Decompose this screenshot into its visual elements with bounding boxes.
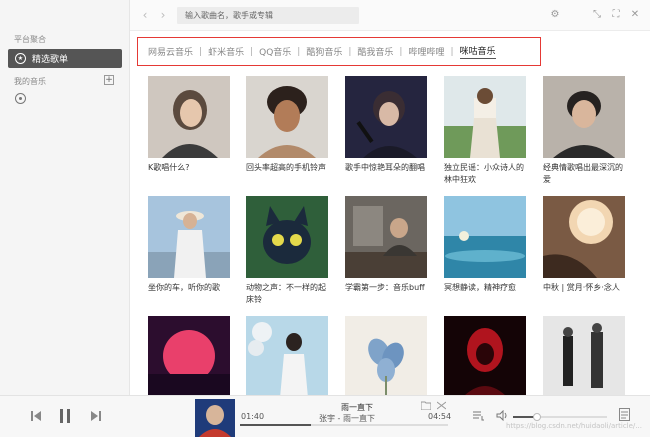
next-icon[interactable] — [90, 410, 102, 422]
playlist-cover — [444, 316, 526, 398]
song-title: 雨一直下 — [341, 403, 373, 412]
playlist-cover — [543, 196, 625, 278]
playlist-cover — [543, 316, 625, 398]
progress-bar[interactable] — [240, 424, 448, 426]
playlist-cover — [148, 76, 230, 158]
playlist-card[interactable]: 独立民谣：小众诗人的林中狂欢 — [444, 76, 526, 186]
tab-separator: | — [297, 46, 301, 57]
forward-arrow-icon[interactable]: › — [158, 9, 168, 21]
sidebar-item-label: 精选歌单 — [32, 55, 69, 65]
playlist-icon[interactable] — [473, 410, 484, 421]
playlist-cover — [345, 316, 427, 398]
playlist-title: 回头率超高的手机铃声 — [246, 163, 326, 172]
tab-separator: | — [250, 46, 254, 57]
playlist-title: 独立民谣：小众诗人的林中狂欢 — [444, 163, 524, 184]
pause-icon[interactable] — [58, 408, 72, 424]
playlist-title: 经典情歌唱出最深沉的爱 — [543, 163, 623, 184]
tab-kuwo[interactable]: 酷我音乐 — [357, 45, 393, 58]
sidebar: 平台聚合 ★ 精选歌单 我的音乐 + — [0, 0, 130, 395]
lyrics-icon[interactable] — [619, 408, 630, 421]
playlist-card[interactable]: 歌手中惊艳耳朵的翻唱 — [345, 76, 427, 174]
tab-migu[interactable]: 咪咕音乐 — [459, 44, 496, 59]
volume-knob[interactable] — [533, 413, 542, 421]
playlist-cover — [246, 316, 328, 398]
playlist-card[interactable] — [444, 316, 526, 402]
playlist-title: 动物之声：不一样的起床铃 — [246, 283, 326, 304]
playlist-title: 坐你的车，听你的歌 — [148, 283, 220, 292]
player-bar: 01:40 雨一直下 张宇 - 雨一直下 04:54 https://blog.… — [0, 395, 650, 437]
sidebar-section-platform: 平台聚合 — [14, 35, 46, 44]
playlist-cover — [345, 196, 427, 278]
song-artist: 张宇 - 雨一直下 — [319, 414, 375, 423]
sidebar-item-featured-playlists[interactable]: ★ 精选歌单 — [8, 49, 122, 68]
tab-separator: | — [399, 46, 403, 57]
playlist-card[interactable] — [345, 316, 427, 402]
playlist-cover — [345, 76, 427, 158]
platform-tabs: 网易云音乐 | 虾米音乐 | QQ音乐 | 酷狗音乐 | 酷我音乐 | 哔哩哔哩… — [137, 37, 541, 66]
playlist-card[interactable]: 冥想静读，精神疗愈 — [444, 196, 526, 294]
now-playing-cover[interactable] — [195, 399, 235, 437]
playlist-card[interactable]: 回头率超高的手机铃声 — [246, 76, 328, 174]
playlist-card[interactable]: 坐你的车，听你的歌 — [148, 196, 230, 294]
playlist-cover — [444, 76, 526, 158]
search-input[interactable] — [177, 7, 359, 24]
playlist-title: 学霸第一步：音乐buff — [345, 283, 425, 292]
playlist-card[interactable]: K歌唱什么? — [148, 76, 230, 174]
playlist-cover — [444, 196, 526, 278]
disc-icon[interactable] — [15, 93, 26, 104]
star-icon: ★ — [15, 53, 26, 64]
playlist-title: K歌唱什么? — [148, 163, 190, 172]
tab-separator: | — [348, 46, 352, 57]
playlist-card[interactable] — [246, 316, 328, 402]
playlist-card[interactable]: 动物之声：不一样的起床铃 — [246, 196, 328, 306]
shuffle-icon[interactable] — [437, 401, 446, 410]
tab-separator: | — [450, 46, 454, 57]
close-icon[interactable]: ✕ — [629, 9, 641, 21]
playlist-card[interactable] — [148, 316, 230, 402]
total-time: 04:54 — [428, 412, 452, 421]
playlist-title: 冥想静读，精神疗愈 — [444, 283, 516, 292]
playlist-cover — [246, 196, 328, 278]
tab-qq[interactable]: QQ音乐 — [259, 45, 291, 58]
volume-slider[interactable] — [513, 413, 607, 421]
progress-fill — [240, 424, 311, 426]
playlist-card[interactable] — [543, 316, 625, 402]
fullscreen-icon[interactable]: ⛶ — [610, 9, 622, 21]
top-bar: ‹ › ⚙ ⤡ ⛶ ✕ — [130, 0, 650, 31]
volume-icon[interactable] — [496, 410, 508, 421]
playlist-title: 歌手中惊艳耳朵的翻唱 — [345, 163, 425, 172]
playlist-card[interactable]: 经典情歌唱出最深沉的爱 — [543, 76, 625, 186]
back-arrow-icon[interactable]: ‹ — [140, 9, 150, 21]
sidebar-section-my-music: 我的音乐 — [14, 77, 46, 86]
tab-separator: | — [199, 46, 203, 57]
playlist-cover — [148, 196, 230, 278]
playlist-cover — [148, 316, 230, 398]
watermark-text: https://blog.csdn.net/huidaoli/article/.… — [506, 422, 642, 430]
playlist-card[interactable]: 学霸第一步：音乐buff — [345, 196, 427, 294]
tab-xiami[interactable]: 虾米音乐 — [208, 45, 244, 58]
current-time: 01:40 — [241, 412, 265, 421]
add-playlist-button[interactable]: + — [104, 75, 114, 85]
playlist-cover — [543, 76, 625, 158]
playlist-title: 中秋 | 赏月·怀乡·念人 — [543, 283, 620, 292]
tab-kugou[interactable]: 酷狗音乐 — [306, 45, 342, 58]
playlist-cover — [246, 76, 328, 158]
tab-bilibili[interactable]: 哔哩哔哩 — [408, 45, 444, 58]
tab-netease[interactable]: 网易云音乐 — [148, 45, 193, 58]
shrink-icon[interactable]: ⤡ — [591, 9, 603, 21]
playlist-card[interactable]: 中秋 | 赏月·怀乡·念人 — [543, 196, 625, 294]
settings-icon[interactable]: ⚙ — [549, 9, 561, 21]
folder-icon[interactable] — [421, 401, 431, 410]
previous-icon[interactable] — [30, 410, 42, 422]
